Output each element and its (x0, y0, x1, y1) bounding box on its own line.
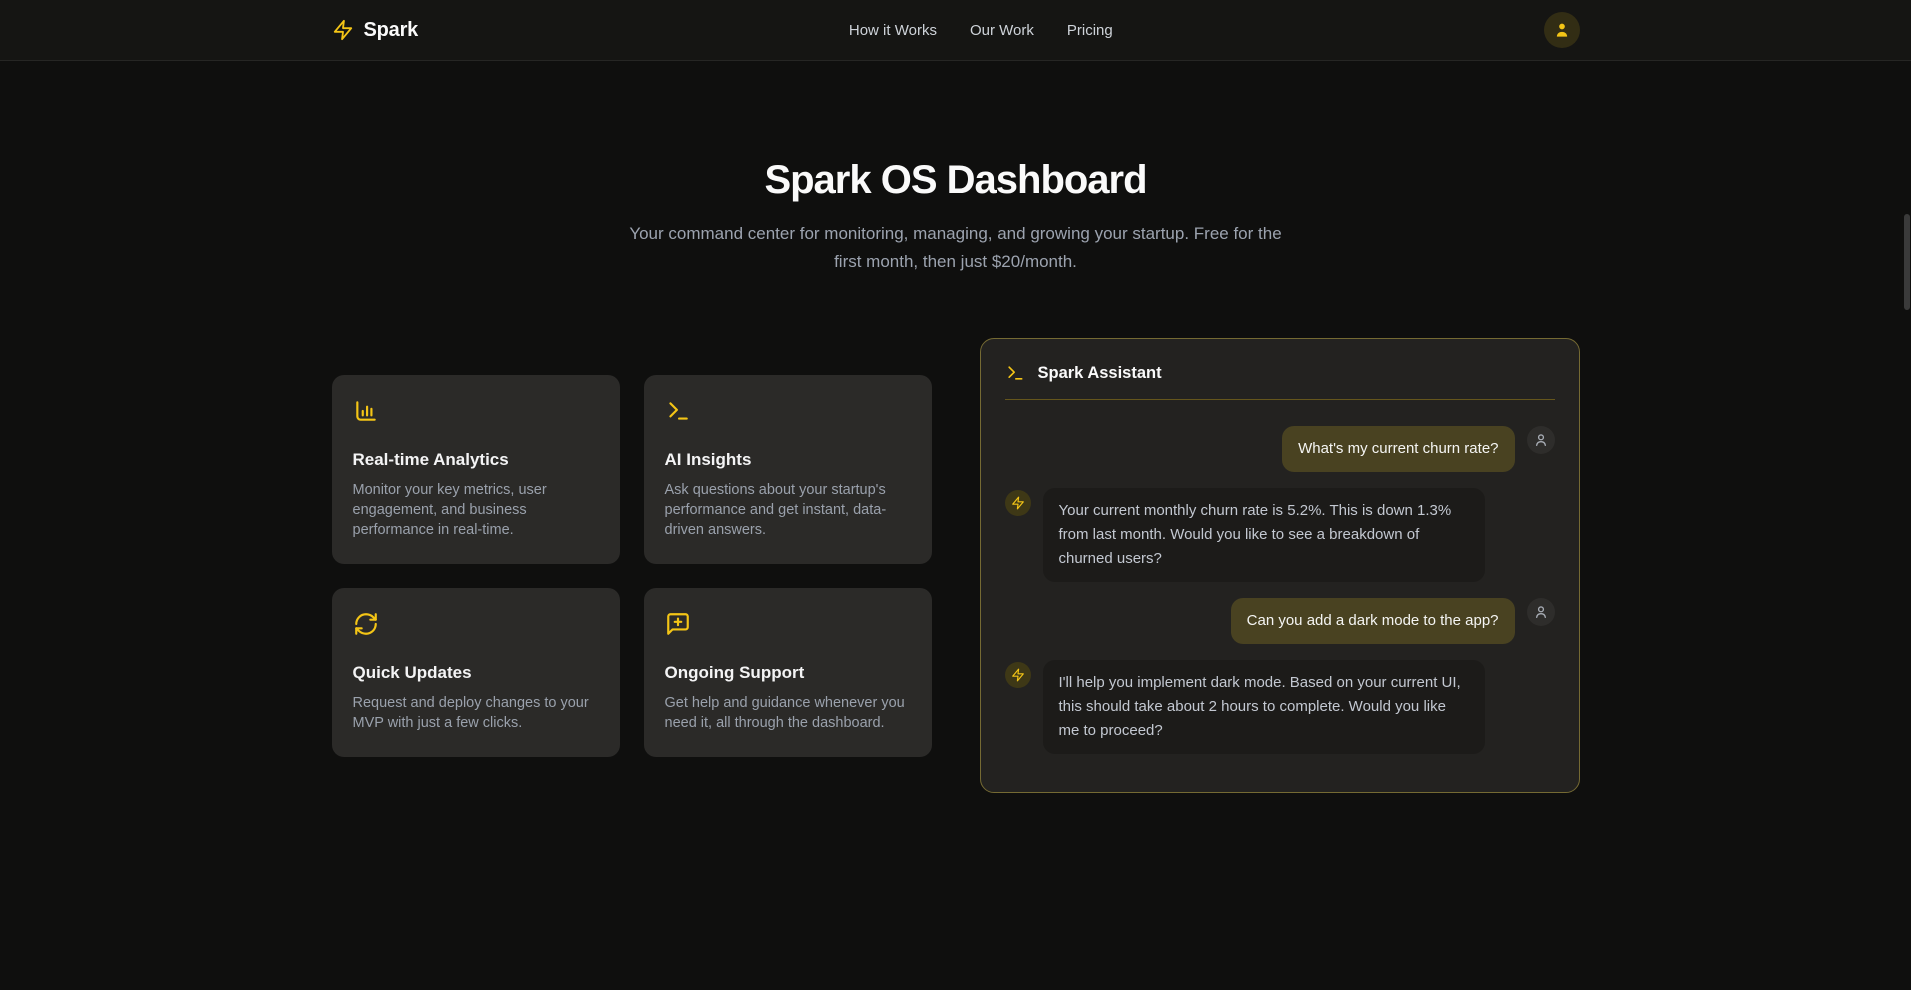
feature-title: Real-time Analytics (353, 450, 596, 470)
zap-icon (1005, 490, 1031, 516)
feature-card-ongoing-support: Ongoing Support Get help and guidance wh… (644, 588, 932, 757)
chat-message-assistant: Your current monthly churn rate is 5.2%.… (1005, 488, 1555, 582)
page-title: Spark OS Dashboard (0, 158, 1911, 203)
feature-title: AI Insights (665, 450, 908, 470)
feature-description: Monitor your key metrics, user engagemen… (353, 480, 596, 540)
user-icon (1527, 426, 1555, 454)
nav-link-how-it-works[interactable]: How it Works (849, 22, 937, 39)
feature-card-ai-insights: AI Insights Ask questions about your sta… (644, 375, 932, 564)
assistant-message-bubble: I'll help you implement dark mode. Based… (1043, 660, 1485, 754)
feature-title: Quick Updates (353, 663, 596, 683)
nav-link-pricing[interactable]: Pricing (1067, 22, 1113, 39)
app-header: Spark How it Works Our Work Pricing (0, 0, 1911, 61)
message-square-plus-icon (665, 611, 908, 642)
assistant-message-bubble: Your current monthly churn rate is 5.2%.… (1043, 488, 1485, 582)
user-icon (1552, 20, 1572, 40)
hero-subtitle: Your command center for monitoring, mana… (618, 220, 1294, 276)
user-message-bubble: Can you add a dark mode to the app? (1231, 598, 1515, 644)
zap-icon (332, 19, 354, 41)
scrollbar-thumb[interactable] (1904, 214, 1910, 310)
account-avatar-button[interactable] (1544, 12, 1580, 48)
assistant-panel-header: Spark Assistant (1005, 363, 1555, 400)
feature-description: Get help and guidance whenever you need … (665, 693, 908, 733)
brand-name: Spark (364, 19, 419, 42)
chat-messages: What's my current churn rate? Your curre… (1005, 426, 1555, 768)
feature-description: Request and deploy changes to your MVP w… (353, 693, 596, 733)
feature-card-quick-updates: Quick Updates Request and deploy changes… (332, 588, 620, 757)
chat-message-assistant: I'll help you implement dark mode. Based… (1005, 660, 1555, 754)
brand-logo[interactable]: Spark (332, 19, 419, 42)
zap-icon (1005, 662, 1031, 688)
feature-description: Ask questions about your startup's perfo… (665, 480, 908, 540)
hero-section: Spark OS Dashboard Your command center f… (0, 61, 1911, 276)
assistant-panel-title: Spark Assistant (1038, 364, 1162, 383)
terminal-icon (1005, 363, 1025, 383)
user-icon (1527, 598, 1555, 626)
refresh-icon (353, 611, 596, 642)
header-container: Spark How it Works Our Work Pricing (316, 0, 1596, 60)
terminal-icon (665, 398, 908, 429)
chat-message-user: What's my current churn rate? (1005, 426, 1555, 472)
features-grid: Real-time Analytics Monitor your key met… (332, 375, 932, 757)
assistant-panel: Spark Assistant What's my current churn … (980, 338, 1580, 793)
feature-card-realtime-analytics: Real-time Analytics Monitor your key met… (332, 375, 620, 564)
main-nav: How it Works Our Work Pricing (849, 22, 1113, 39)
chart-column-icon (353, 398, 596, 429)
main-content: Spark OS Dashboard Your command center f… (0, 61, 1911, 793)
user-message-bubble: What's my current churn rate? (1282, 426, 1514, 472)
dashboard-preview-section: Real-time Analytics Monitor your key met… (332, 338, 1580, 793)
chat-message-user: Can you add a dark mode to the app? (1005, 598, 1555, 644)
nav-link-our-work[interactable]: Our Work (970, 22, 1034, 39)
feature-title: Ongoing Support (665, 663, 908, 683)
